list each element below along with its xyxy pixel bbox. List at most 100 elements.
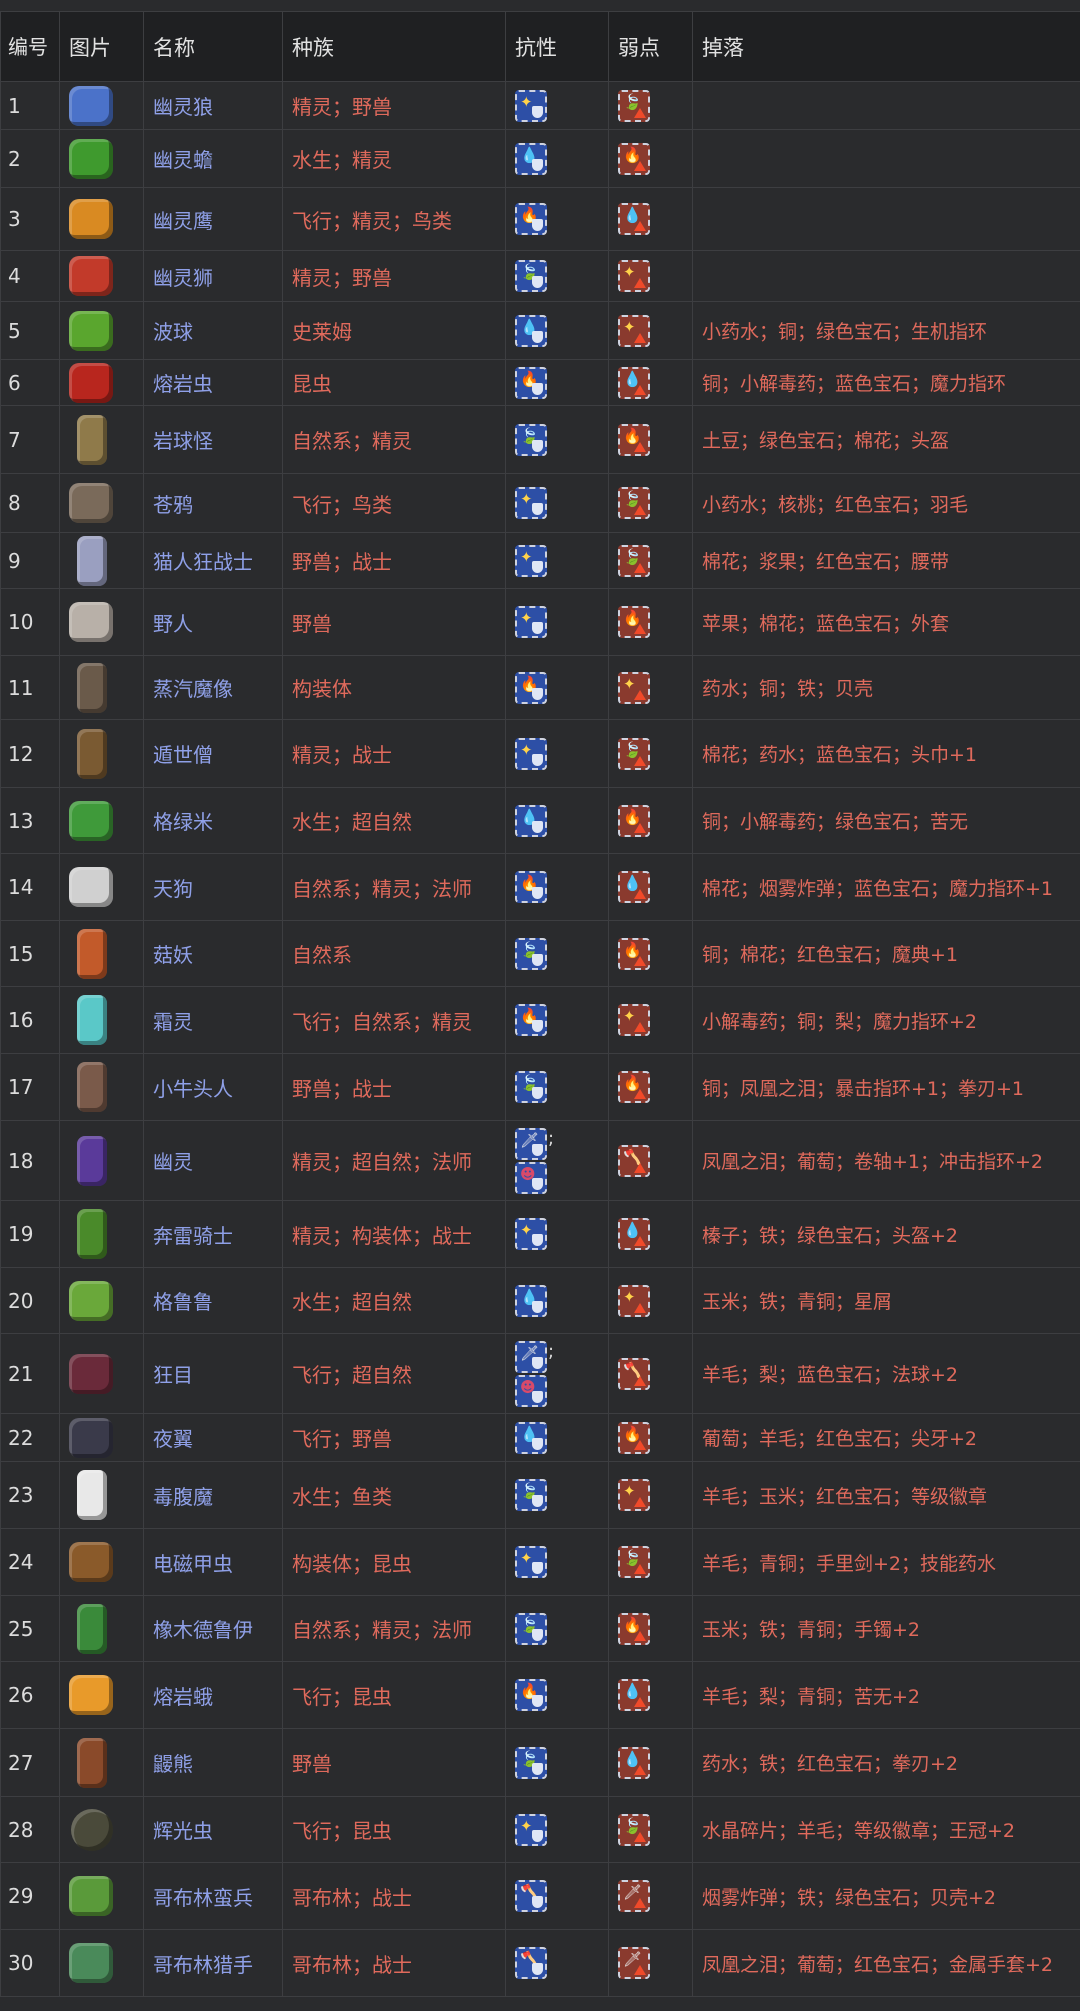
- creature-drops: 药水；铁；红色宝石；拳刃+2: [693, 1729, 1080, 1797]
- creature-image-cell: [60, 1334, 144, 1414]
- creature-sprite: [69, 801, 113, 841]
- creature-drops: 葡萄；羊毛；红色宝石；尖牙+2: [693, 1414, 1080, 1462]
- creature-image-cell: [60, 987, 144, 1054]
- axe-icon: 🪓: [515, 1880, 547, 1912]
- creature-race: 野兽；战士: [283, 1054, 506, 1121]
- weak-cell: ✦: [609, 656, 693, 720]
- creature-sprite: [69, 867, 113, 907]
- header-id: 编号: [1, 12, 60, 82]
- table-row: 27鼹熊野兽🍃💧药水；铁；红色宝石；拳刃+2: [1, 1729, 1080, 1797]
- resist-cell: 🔥: [506, 1662, 609, 1729]
- creature-drops: 小解毒药；铜；梨；魔力指环+2: [693, 987, 1080, 1054]
- light-icon: ✦: [515, 1546, 547, 1578]
- resist-cell: 🍃: [506, 406, 609, 474]
- light-icon: ✦: [515, 487, 547, 519]
- header-weak: 弱点: [609, 12, 693, 82]
- creature-name: 辉光虫: [144, 1797, 283, 1863]
- creature-name: 苍鸦: [144, 474, 283, 533]
- table-body: 1幽灵狼精灵；野兽✦🍃2幽灵蟾水生；精灵💧🔥3幽灵鹰飞行；精灵；鸟类🔥💧4幽灵狮…: [1, 82, 1080, 1997]
- weak-cell: 🍃: [609, 82, 693, 130]
- creature-drops: 玉米；铁；青铜；星屑: [693, 1268, 1080, 1334]
- table-row: 15菇妖自然系🍃🔥铜；棉花；红色宝石；魔典+1: [1, 921, 1080, 987]
- row-id: 28: [1, 1797, 60, 1863]
- header-image: 图片: [60, 12, 144, 82]
- creature-drops: [693, 82, 1080, 130]
- creature-drops: 羊毛；青铜；手里剑+2；技能药水: [693, 1529, 1080, 1596]
- creature-image-cell: [60, 1054, 144, 1121]
- creature-sprite: [69, 311, 113, 351]
- flame-icon: 🔥: [515, 1004, 547, 1036]
- creature-drops: 羊毛；梨；青铜；苦无+2: [693, 1662, 1080, 1729]
- creature-image-cell: [60, 921, 144, 987]
- resist-cell: 🔥: [506, 188, 609, 251]
- creature-image-cell: [60, 1930, 144, 1997]
- creature-drops: 药水；铜；铁；贝壳: [693, 656, 1080, 720]
- creature-drops: 小药水；核桃；红色宝石；羽毛: [693, 474, 1080, 533]
- creature-race: 自然系；精灵: [283, 406, 506, 474]
- creature-race: 精灵；野兽: [283, 82, 506, 130]
- weak-cell: 🔥: [609, 406, 693, 474]
- creature-race: 飞行；精灵；鸟类: [283, 188, 506, 251]
- creature-sprite: [69, 1354, 113, 1394]
- row-id: 9: [1, 533, 60, 589]
- leaf-icon: 🍃: [515, 1071, 547, 1103]
- flame-icon: 🔥: [618, 1613, 650, 1645]
- leaf-icon: 🍃: [515, 938, 547, 970]
- creature-sprite: [69, 256, 113, 296]
- weak-cell: 🍃: [609, 720, 693, 788]
- creature-drops: 铜；棉花；红色宝石；魔典+1: [693, 921, 1080, 987]
- creature-name: 狂目: [144, 1334, 283, 1414]
- creature-sprite: [69, 602, 113, 642]
- sword-icon: 🗡: [618, 1880, 650, 1912]
- creature-race: 野兽: [283, 589, 506, 656]
- creature-sprite: [69, 1876, 113, 1916]
- creature-name: 菇妖: [144, 921, 283, 987]
- creature-drops: [693, 251, 1080, 302]
- creature-sprite: [77, 536, 107, 586]
- creature-race: 水生；超自然: [283, 788, 506, 854]
- table-row: 8苍鸦飞行；鸟类✦🍃小药水；核桃；红色宝石；羽毛: [1, 474, 1080, 533]
- weak-cell: 🪓: [609, 1334, 693, 1414]
- resist-cell: 🗡☻;: [506, 1334, 609, 1414]
- resist-cell: 🪓: [506, 1930, 609, 1997]
- row-id: 11: [1, 656, 60, 720]
- weak-cell: ✦: [609, 1462, 693, 1529]
- row-id: 22: [1, 1414, 60, 1462]
- leaf-icon: 🍃: [515, 1613, 547, 1645]
- header-name: 名称: [144, 12, 283, 82]
- weak-cell: 🍃: [609, 533, 693, 589]
- row-id: 19: [1, 1201, 60, 1268]
- creature-race: 水生；超自然: [283, 1268, 506, 1334]
- creature-race: 飞行；昆虫: [283, 1662, 506, 1729]
- table-row: 21狂目飞行；超自然🗡☻;🪓羊毛；梨；蓝色宝石；法球+2: [1, 1334, 1080, 1414]
- creature-name: 奔雷骑士: [144, 1201, 283, 1268]
- creature-race: 构装体: [283, 656, 506, 720]
- creature-sprite: [77, 1470, 107, 1520]
- weak-cell: ✦: [609, 1268, 693, 1334]
- creature-image-cell: [60, 1729, 144, 1797]
- monster-table: 编号 图片 名称 种族 抗性 弱点 掉落 1幽灵狼精灵；野兽✦🍃2幽灵蟾水生；精…: [0, 11, 1080, 1997]
- creature-name: 野人: [144, 589, 283, 656]
- resist-cell: 💧: [506, 130, 609, 188]
- row-id: 1: [1, 82, 60, 130]
- leaf-icon: 🍃: [515, 1747, 547, 1779]
- creature-sprite: [69, 483, 113, 523]
- flame-icon: 🔥: [618, 1422, 650, 1454]
- creature-name: 毒腹魔: [144, 1462, 283, 1529]
- light-icon: ✦: [618, 1479, 650, 1511]
- creature-name: 熔岩蛾: [144, 1662, 283, 1729]
- creature-name: 哥布林猎手: [144, 1930, 283, 1997]
- resist-cell: ✦: [506, 589, 609, 656]
- creature-image-cell: [60, 1596, 144, 1662]
- row-id: 18: [1, 1121, 60, 1201]
- creature-drops: 铜；小解毒药；蓝色宝石；魔力指环: [693, 360, 1080, 406]
- row-id: 21: [1, 1334, 60, 1414]
- creature-drops: 棉花；药水；蓝色宝石；头巾+1: [693, 720, 1080, 788]
- weak-cell: 🍃: [609, 1797, 693, 1863]
- creature-name: 岩球怪: [144, 406, 283, 474]
- flame-icon: 🔥: [515, 672, 547, 704]
- creature-name: 猫人狂战士: [144, 533, 283, 589]
- table-row: 14天狗自然系；精灵；法师🔥💧棉花；烟雾炸弹；蓝色宝石；魔力指环+1: [1, 854, 1080, 921]
- water-drop-icon: 💧: [618, 871, 650, 903]
- sword-icon: 🗡: [515, 1128, 547, 1160]
